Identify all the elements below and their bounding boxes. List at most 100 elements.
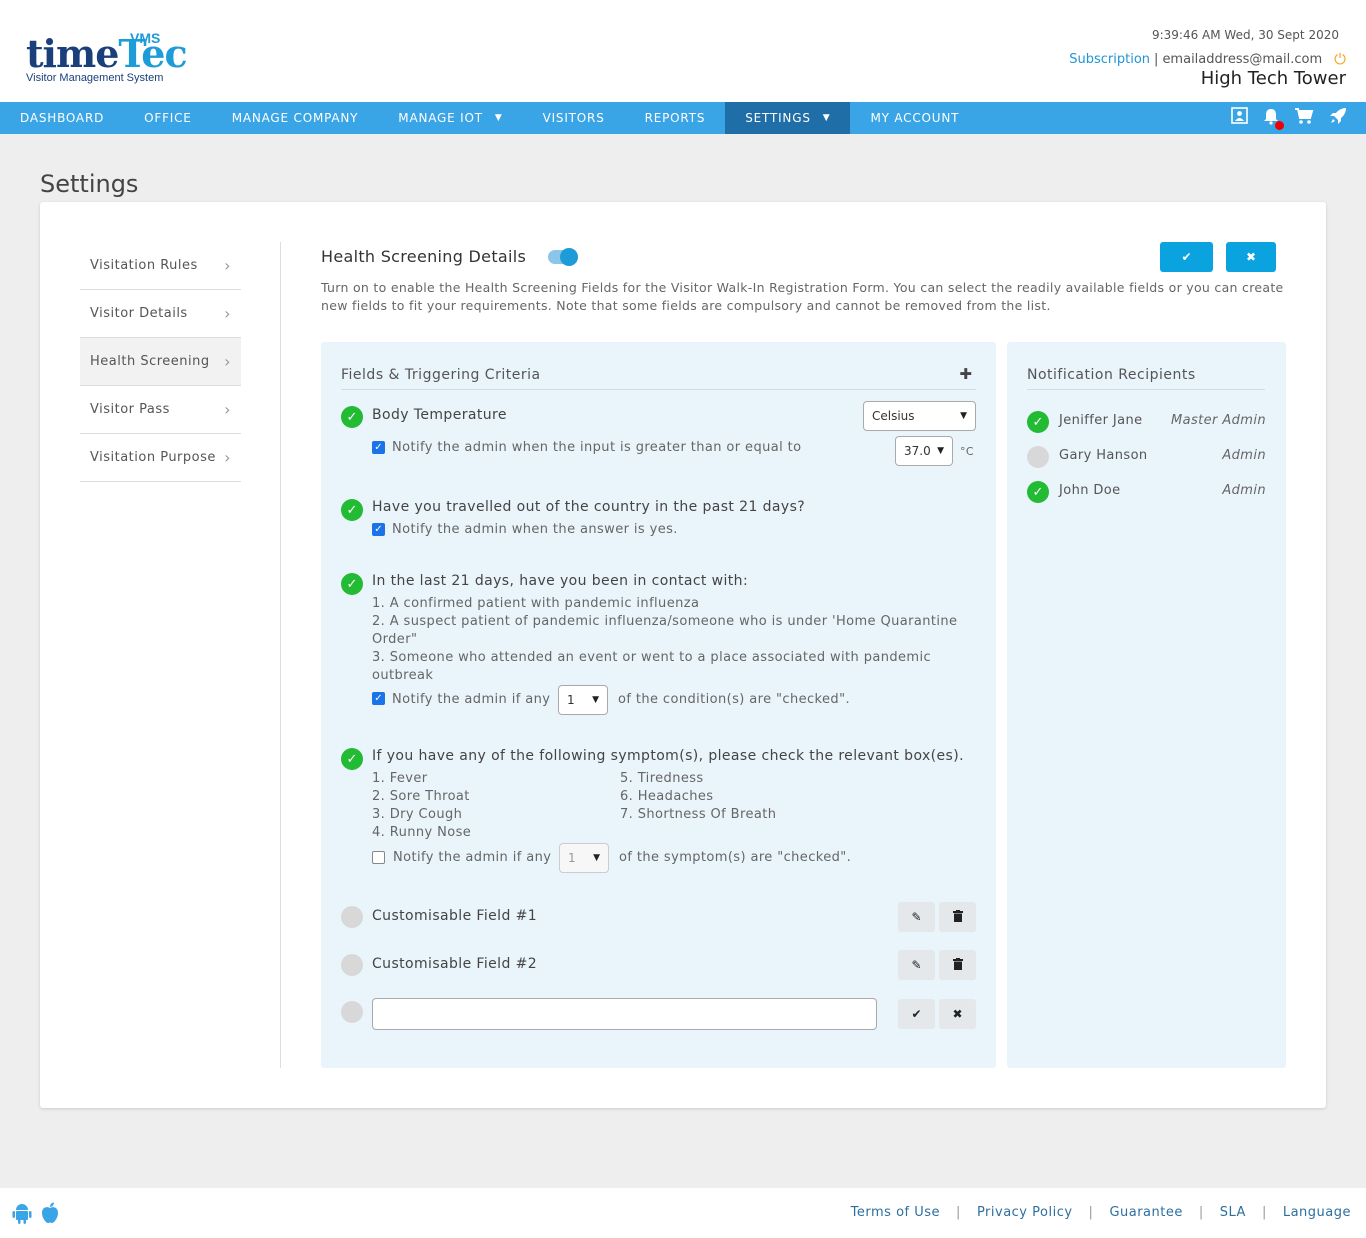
nav-my-account[interactable]: MY ACCOUNT bbox=[850, 102, 979, 134]
sidebar-item-visitation-purpose[interactable]: Visitation Purpose › bbox=[80, 434, 241, 482]
sidebar-item-health-screening[interactable]: Health Screening › bbox=[80, 338, 241, 386]
close-icon: ✖ bbox=[952, 1007, 963, 1021]
vertical-divider bbox=[280, 242, 281, 1068]
recipient-name: Gary Hanson bbox=[1059, 448, 1148, 463]
language-link[interactable]: Language bbox=[1283, 1205, 1351, 1220]
header-account-info: 9:39:46 AM Wed, 30 Sept 2020 Subscriptio… bbox=[1069, 28, 1346, 89]
rocket-icon[interactable] bbox=[1328, 106, 1348, 131]
travel-notify-label: Notify the admin when the answer is yes. bbox=[392, 522, 678, 537]
confirm-new-field-button[interactable]: ✔ bbox=[898, 999, 935, 1029]
symptoms-count-select[interactable]: 1 ▼ bbox=[559, 843, 609, 873]
apple-icon[interactable] bbox=[40, 1202, 60, 1229]
travel-notify-checkbox[interactable]: ✓ bbox=[372, 523, 385, 536]
sidebar-item-label: Visitation Rules bbox=[90, 258, 198, 273]
symptoms-enabled-icon[interactable]: ✓ bbox=[341, 748, 363, 770]
chevron-down-icon: ▼ bbox=[592, 695, 599, 705]
sla-link[interactable]: SLA bbox=[1220, 1205, 1246, 1220]
body-temp-notify-label: Notify the admin when the input is great… bbox=[392, 440, 802, 455]
contact-notify-checkbox[interactable]: ✓ bbox=[372, 692, 385, 705]
nav-manage-company[interactable]: MANAGE COMPANY bbox=[212, 102, 379, 134]
new-field-input[interactable] bbox=[372, 998, 877, 1030]
panel-divider bbox=[341, 389, 976, 390]
chevron-right-icon: › bbox=[224, 304, 231, 323]
nav-reports[interactable]: REPORTS bbox=[625, 102, 726, 134]
add-field-icon[interactable]: ✚ bbox=[959, 365, 972, 383]
nav-office[interactable]: OFFICE bbox=[124, 102, 212, 134]
health-screening-toggle[interactable] bbox=[548, 248, 578, 266]
android-icon[interactable] bbox=[12, 1202, 32, 1229]
close-icon: ✖ bbox=[1245, 250, 1257, 264]
privacy-link[interactable]: Privacy Policy bbox=[977, 1205, 1073, 1220]
custom-field-1-toggle[interactable] bbox=[341, 906, 363, 928]
footer-links: Terms of Use | Privacy Policy | Guarantee |… bbox=[851, 1205, 1351, 1220]
nav-dashboard[interactable]: DASHBOARD bbox=[0, 102, 124, 134]
body-temp-enabled-icon[interactable]: ✓ bbox=[341, 406, 363, 428]
travel-label: Have you travelled out of the country in… bbox=[372, 499, 806, 515]
symptoms-notify-pre: Notify the admin if any bbox=[393, 850, 552, 865]
temperature-threshold-select[interactable]: 37.0 ▼ bbox=[895, 436, 953, 466]
footer-separator: | bbox=[1198, 1205, 1204, 1220]
cancel-button[interactable]: ✖ bbox=[1226, 242, 1276, 272]
select-value: 1 bbox=[567, 693, 575, 707]
nav-manage-iot-label: MANAGE IOT bbox=[398, 111, 483, 125]
settings-card: Visitation Rules › Visitor Details › Healt… bbox=[40, 202, 1326, 1108]
subscription-link[interactable]: Subscription bbox=[1069, 52, 1150, 67]
symptoms-notify-checkbox[interactable] bbox=[372, 851, 385, 864]
contact-condition-2: 2. A suspect patient of pandemic influen… bbox=[372, 614, 958, 647]
contact-enabled-icon[interactable]: ✓ bbox=[341, 573, 363, 595]
save-button[interactable]: ✔ bbox=[1160, 242, 1213, 272]
delete-custom-field-1-button[interactable] bbox=[939, 902, 976, 932]
symptom-item: 3. Dry Cough bbox=[372, 807, 463, 822]
building-name: High Tech Tower bbox=[1200, 68, 1346, 89]
recipient-name: Jeniffer Jane bbox=[1059, 413, 1143, 428]
fields-panel: Fields & Triggering Criteria ✚ ✓ Body Te… bbox=[321, 342, 996, 1068]
delete-custom-field-2-button[interactable] bbox=[939, 950, 976, 980]
trash-icon bbox=[952, 957, 963, 973]
logo-wordmark: timeTec bbox=[26, 32, 188, 76]
symptom-item: 1. Fever bbox=[372, 771, 428, 786]
temperature-unit-label: °C bbox=[960, 445, 974, 458]
nav-visitors[interactable]: VISITORS bbox=[523, 102, 625, 134]
recipient-1-check-icon[interactable]: ✓ bbox=[1027, 411, 1049, 433]
sidebar-item-label: Health Screening bbox=[90, 354, 210, 369]
notification-bell-icon[interactable] bbox=[1262, 107, 1284, 130]
logo-subtitle: Visitor Management System bbox=[26, 72, 164, 84]
terms-link[interactable]: Terms of Use bbox=[851, 1205, 940, 1220]
contact-notify-post: of the condition(s) are "checked". bbox=[618, 692, 850, 707]
contact-card-icon[interactable] bbox=[1231, 107, 1248, 129]
body-temp-notify-checkbox[interactable]: ✓ bbox=[372, 441, 385, 454]
travel-enabled-icon[interactable]: ✓ bbox=[341, 499, 363, 521]
contact-count-select[interactable]: 1 ▼ bbox=[558, 685, 608, 715]
edit-custom-field-1-button[interactable]: ✎ bbox=[898, 902, 935, 932]
sidebar-item-visitor-details[interactable]: Visitor Details › bbox=[80, 290, 241, 338]
user-email: emailaddress@mail.com bbox=[1162, 51, 1323, 67]
check-icon: ✔ bbox=[1181, 250, 1192, 264]
nav-office-label: OFFICE bbox=[144, 111, 192, 125]
cancel-new-field-button[interactable]: ✖ bbox=[939, 999, 976, 1029]
nav-icons bbox=[1231, 102, 1348, 134]
nav-settings[interactable]: SETTINGS ▼ bbox=[725, 102, 851, 134]
recipient-3-check-icon[interactable]: ✓ bbox=[1027, 481, 1049, 503]
edit-custom-field-2-button[interactable]: ✎ bbox=[898, 950, 935, 980]
nav-manage-iot[interactable]: MANAGE IOT ▼ bbox=[378, 102, 522, 134]
symptom-item: 7. Shortness Of Breath bbox=[620, 807, 777, 822]
chevron-down-icon: ▼ bbox=[960, 411, 967, 421]
new-field-toggle[interactable] bbox=[341, 1001, 363, 1023]
sidebar-item-visitor-pass[interactable]: Visitor Pass › bbox=[80, 386, 241, 434]
cart-icon[interactable] bbox=[1294, 107, 1314, 130]
footer: Terms of Use | Privacy Policy | Guarantee |… bbox=[0, 1188, 1366, 1238]
guarantee-link[interactable]: Guarantee bbox=[1109, 1205, 1182, 1220]
recipient-role: Admin bbox=[1222, 483, 1266, 498]
chevron-right-icon: › bbox=[224, 400, 231, 419]
power-icon[interactable]: ⏻ bbox=[1334, 50, 1346, 68]
page-title: Settings bbox=[40, 170, 139, 198]
nav-my-account-label: MY ACCOUNT bbox=[870, 111, 960, 125]
temperature-unit-select[interactable]: Celsius ▼ bbox=[863, 401, 976, 431]
timetec-logo[interactable]: timeTec VMS Visitor Management System bbox=[26, 24, 188, 88]
sidebar-item-visitation-rules[interactable]: Visitation Rules › bbox=[80, 242, 241, 290]
check-icon: ✔ bbox=[911, 1007, 922, 1021]
recipient-2-check-icon[interactable] bbox=[1027, 446, 1049, 468]
contact-condition-1: 1. A confirmed patient with pandemic inf… bbox=[372, 596, 700, 611]
custom-field-2-toggle[interactable] bbox=[341, 954, 363, 976]
pencil-icon: ✎ bbox=[911, 958, 922, 972]
